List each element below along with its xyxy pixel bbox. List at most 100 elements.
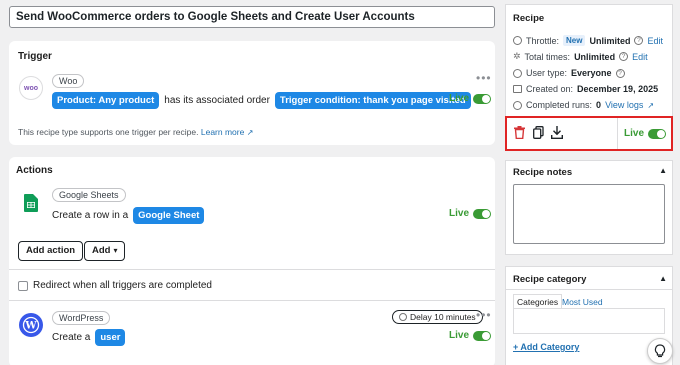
collapse-icon[interactable]: ▲	[659, 166, 667, 175]
trigger-sentence: Product: Any product has its associated …	[52, 92, 471, 109]
divider	[617, 118, 618, 149]
help-button[interactable]	[647, 338, 673, 364]
trigger-note-text: This recipe type supports one trigger pe…	[18, 127, 199, 137]
total-times-icon: ✲	[513, 51, 521, 61]
recipe-notes-heading: Recipe notes	[513, 167, 573, 178]
trigger-condition-token[interactable]: Trigger condition: thank you page visite…	[274, 92, 471, 109]
trash-icon[interactable]	[514, 126, 525, 142]
throttle-label: Throttle:	[526, 35, 560, 46]
redirect-checkbox[interactable]	[18, 280, 28, 291]
total-times-edit-link[interactable]: Edit	[632, 52, 648, 62]
wordpress-text: Create a	[52, 332, 91, 343]
wordpress-sentence: Create a user	[52, 329, 126, 346]
throttle-row: Throttle: New Unlimited ? Edit	[513, 35, 663, 46]
actions-card: Actions Google Sheets Create a row in a …	[9, 157, 495, 365]
delay-badge[interactable]: Delay 10 minutes	[392, 310, 483, 324]
external-link-icon: ↗	[647, 100, 655, 110]
add-category-link[interactable]: + Add Category	[513, 342, 579, 352]
completed-value: 0	[596, 100, 602, 110]
wordpress-icon: W	[19, 313, 43, 337]
created-row: Created on: December 19, 2025	[513, 84, 658, 94]
divider	[506, 289, 672, 290]
svg-text:W: W	[24, 321, 37, 332]
trigger-note: This recipe type supports one trigger pe…	[18, 127, 253, 137]
actions-heading: Actions	[16, 165, 53, 176]
recipe-title-input[interactable]: Send WooCommerce orders to Google Sheets…	[9, 6, 495, 28]
trigger-integration-pill: Woo	[52, 74, 85, 88]
toggle-switch-icon	[473, 330, 492, 341]
google-sheets-icon	[19, 191, 43, 215]
check-circle-icon	[513, 100, 522, 110]
user-type-label: User type:	[526, 68, 568, 78]
toggle-switch-icon	[473, 208, 492, 219]
add-dropdown-button[interactable]: Add ▾	[84, 241, 126, 261]
download-icon[interactable]	[551, 126, 563, 142]
category-list	[513, 308, 665, 334]
sheets-integration-pill: Google Sheets	[52, 188, 126, 202]
trigger-more-icon[interactable]: •••	[476, 71, 492, 85]
trigger-live-toggle[interactable]: Live	[449, 93, 492, 104]
add-action-button[interactable]: Add action	[18, 241, 84, 261]
sheets-text: Create a row in a	[52, 210, 129, 221]
redirect-label: Redirect when all triggers are completed	[33, 280, 212, 291]
created-value: December 19, 2025	[577, 84, 659, 94]
recipe-category-heading: Recipe category	[513, 274, 587, 285]
duplicate-icon[interactable]	[533, 126, 544, 142]
divider	[9, 300, 495, 301]
new-badge: New	[563, 35, 586, 46]
product-token[interactable]: Product: Any product	[52, 92, 160, 109]
throttle-edit-link[interactable]: Edit	[647, 36, 663, 46]
delay-label: Delay 10 minutes	[410, 312, 476, 322]
total-times-row: ✲ Total times: Unlimited ? Edit	[513, 51, 648, 62]
clock-icon	[399, 313, 407, 321]
google-sheet-token[interactable]: Google Sheet	[133, 207, 205, 224]
add-label: Add	[92, 245, 111, 256]
trigger-text: has its associated order	[164, 95, 270, 106]
sheets-sentence: Create a row in a Google Sheet	[52, 207, 205, 224]
wordpress-more-icon[interactable]: •••	[476, 308, 492, 322]
help-icon[interactable]: ?	[619, 52, 629, 61]
throttle-value: Unlimited	[589, 35, 631, 46]
total-times-value: Unlimited	[574, 51, 616, 62]
redirect-option[interactable]: Redirect when all triggers are completed	[18, 280, 212, 291]
external-link-icon: ↗	[246, 128, 254, 137]
trigger-heading: Trigger	[18, 51, 52, 62]
chevron-down-icon: ▾	[113, 246, 118, 255]
tab-categories[interactable]: Categories	[513, 294, 563, 309]
learn-more-link[interactable]: Learn more	[201, 127, 244, 137]
wordpress-integration-pill: WordPress	[52, 311, 111, 325]
wordpress-live-toggle[interactable]: Live	[449, 330, 492, 341]
user-type-row: User type: Everyone ?	[513, 68, 625, 78]
tab-most-used[interactable]: Most Used	[562, 297, 603, 307]
recipe-actions-bar: Live	[505, 116, 673, 151]
sheets-live-label: Live	[449, 208, 470, 219]
woo-logo-text: woo	[24, 84, 38, 92]
recipe-live-label: Live	[624, 128, 645, 139]
sheets-live-toggle[interactable]: Live	[449, 208, 492, 219]
lightbulb-icon	[654, 344, 666, 358]
trigger-card: Trigger woo Woo Product: Any product has…	[9, 41, 495, 145]
wordpress-live-label: Live	[449, 330, 470, 341]
user-type-value: Everyone	[571, 68, 612, 78]
view-logs-link[interactable]: View logs	[605, 100, 643, 110]
created-label: Created on:	[526, 84, 574, 94]
collapse-icon[interactable]: ▲	[659, 274, 667, 283]
woo-logo-icon: woo	[19, 76, 43, 100]
help-icon[interactable]: ?	[615, 68, 625, 78]
user-token[interactable]: user	[95, 329, 126, 346]
recipe-notes-textarea[interactable]	[513, 184, 665, 244]
trigger-live-label: Live	[449, 93, 470, 104]
calendar-icon	[513, 85, 522, 93]
recipe-panel-heading: Recipe	[513, 13, 545, 24]
completed-runs-row: Completed runs: 0 View logs ↗	[513, 100, 654, 110]
user-icon	[513, 68, 522, 78]
completed-label: Completed runs:	[526, 100, 593, 110]
add-action-label: Add action	[26, 245, 76, 256]
divider	[9, 269, 495, 270]
recipe-live-toggle[interactable]: Live	[624, 128, 667, 139]
total-times-label: Total times:	[524, 51, 571, 62]
toggle-switch-icon	[648, 128, 667, 139]
throttle-icon	[513, 36, 522, 45]
toggle-switch-icon	[473, 93, 492, 104]
help-icon[interactable]: ?	[634, 36, 644, 45]
